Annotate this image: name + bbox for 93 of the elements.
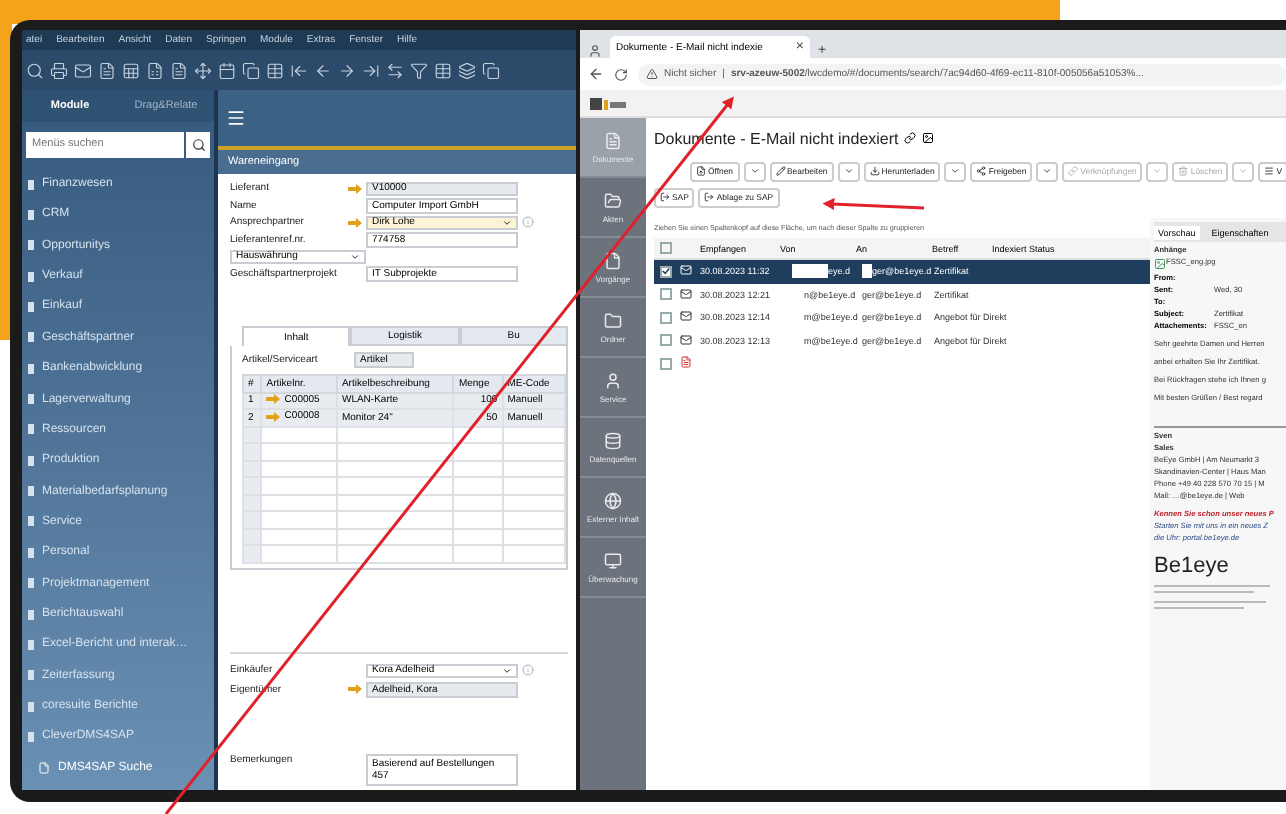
chevron-down-icon — [1152, 166, 1163, 176]
trash-icon — [1178, 166, 1189, 176]
table-icon[interactable] — [266, 61, 284, 79]
document-icon — [38, 761, 50, 774]
back-icon[interactable] — [588, 66, 604, 82]
share-icon — [976, 166, 987, 176]
chevron-down-icon — [502, 665, 512, 676]
bullet-icon — [28, 363, 34, 374]
list-icon — [1264, 166, 1275, 176]
bullet-icon — [28, 271, 34, 282]
chevron-down-icon — [843, 166, 854, 176]
document-icon[interactable] — [170, 61, 188, 79]
bullet-icon — [28, 670, 34, 681]
link-icon — [1068, 166, 1079, 176]
chevron-down-icon — [1042, 166, 1053, 176]
email-icon — [680, 264, 692, 277]
monitor-icon — [604, 551, 622, 569]
stack-icon — [604, 431, 622, 449]
download-icon — [869, 166, 880, 176]
bullet-icon — [28, 639, 34, 650]
bullet-icon — [28, 455, 34, 466]
image-file-icon — [1154, 258, 1166, 270]
copy-icon[interactable] — [242, 61, 260, 79]
chevron-down-icon — [1238, 166, 1249, 176]
pdf-icon — [680, 356, 692, 369]
last-record-icon[interactable] — [362, 61, 380, 79]
redaction-block — [792, 264, 828, 279]
email-icon — [680, 310, 692, 323]
menu-icon[interactable] — [226, 108, 246, 128]
bullet-icon — [28, 578, 34, 589]
bullet-icon — [28, 609, 34, 620]
image-icon[interactable] — [922, 132, 935, 144]
chevron-down-icon — [502, 217, 512, 228]
layers-icon[interactable] — [458, 61, 476, 79]
bullet-icon — [28, 301, 34, 312]
open-folder-icon — [604, 191, 622, 209]
envelope-icon[interactable] — [74, 61, 92, 79]
search-icon — [191, 137, 205, 151]
bullet-icon — [28, 731, 34, 742]
copy-icon[interactable] — [482, 61, 500, 79]
bullet-icon — [28, 424, 34, 435]
pointer-arrow — [822, 198, 925, 211]
bullet-icon — [28, 516, 34, 527]
checkbox[interactable] — [660, 265, 672, 278]
table-icon[interactable] — [434, 61, 452, 79]
company-logo: Be1eye — [1154, 554, 1231, 578]
folder-icon — [604, 311, 622, 329]
bullet-icon — [28, 701, 34, 712]
globe-icon — [604, 491, 622, 509]
person-icon — [604, 371, 622, 389]
filter-icon[interactable] — [410, 61, 428, 79]
document-icon[interactable] — [98, 61, 116, 79]
chevron-down-icon — [749, 166, 759, 176]
arrow-right-icon[interactable] — [338, 61, 356, 79]
swap-icon[interactable] — [386, 61, 404, 79]
bullet-icon — [28, 486, 34, 497]
profile-icon[interactable] — [588, 44, 602, 58]
checkbox[interactable] — [660, 311, 672, 324]
bullet-icon — [28, 547, 34, 558]
logo-icon — [590, 95, 626, 111]
first-record-icon[interactable] — [290, 61, 308, 79]
export-icon — [704, 192, 715, 202]
bullet-icon — [28, 394, 34, 405]
email-icon — [680, 287, 692, 300]
bullet-icon — [28, 240, 34, 251]
search-icon[interactable] — [26, 61, 44, 79]
printer-icon[interactable] — [50, 61, 68, 79]
calendar-icon[interactable] — [218, 61, 236, 79]
spreadsheet-icon[interactable] — [122, 61, 140, 79]
bullet-icon — [28, 209, 34, 220]
redaction-block — [862, 264, 872, 279]
checkbox[interactable] — [660, 334, 672, 347]
link-icon[interactable] — [904, 132, 917, 144]
search-button[interactable] — [186, 131, 210, 157]
bullet-icon — [28, 179, 34, 189]
spreadsheet-icon[interactable] — [146, 61, 164, 79]
pencil-icon — [775, 166, 785, 176]
warning-icon — [646, 68, 658, 80]
reload-icon[interactable] — [614, 67, 628, 81]
bullet-icon — [28, 332, 34, 343]
export-icon — [660, 192, 670, 202]
checkbox[interactable] — [660, 357, 672, 370]
checkbox[interactable] — [660, 242, 672, 254]
chevron-down-icon — [950, 166, 961, 176]
open-icon — [696, 166, 706, 176]
fine-print-drawing — [1154, 582, 1274, 610]
arrow-left-icon[interactable] — [314, 61, 332, 79]
document-icon — [604, 131, 622, 149]
file-icon — [604, 251, 622, 269]
chevron-down-icon — [350, 251, 360, 262]
checkbox[interactable] — [660, 288, 672, 301]
move-icon[interactable] — [194, 61, 212, 79]
email-icon — [680, 333, 692, 346]
